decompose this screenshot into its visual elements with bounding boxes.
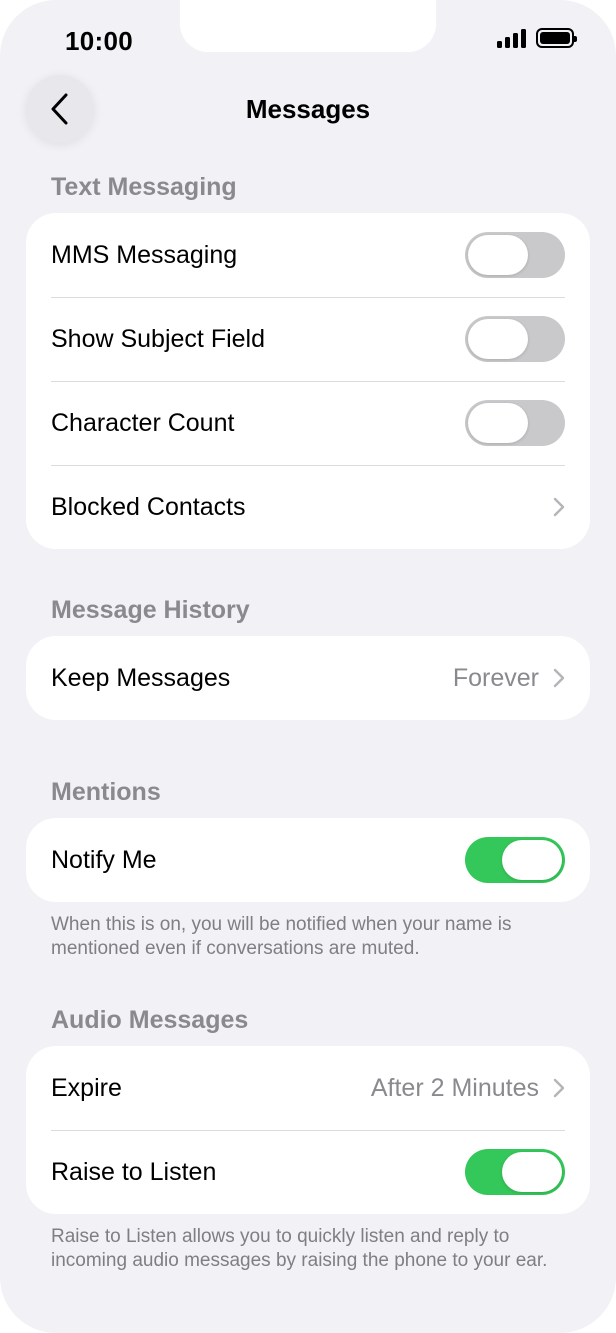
section-header-message-history: Message History [51, 596, 250, 624]
audio-messages-footer-note: Raise to Listen allows you to quickly li… [51, 1226, 548, 1271]
chevron-right-icon [553, 668, 565, 688]
status-time: 10:00 [65, 26, 133, 56]
row-label: Expire [51, 1073, 122, 1102]
chevron-right-icon [553, 1078, 565, 1098]
row-label: Notify Me [51, 845, 157, 874]
group-audio-messages: Expire After 2 Minutes Raise to Listen [26, 1046, 590, 1214]
row-keep-messages[interactable]: Keep Messages Forever [26, 636, 590, 720]
row-blocked-contacts[interactable]: Blocked Contacts [26, 465, 590, 549]
signal-icon [497, 28, 526, 48]
row-label: Character Count [51, 408, 235, 437]
row-label: Show Subject Field [51, 324, 266, 353]
section-header-mentions: Mentions [51, 778, 161, 806]
group-text-messaging: MMS Messaging Show Subject Field Charact… [26, 213, 590, 549]
section-header-text-messaging: Text Messaging [51, 173, 237, 201]
group-message-history: Keep Messages Forever [26, 636, 590, 720]
character-count-toggle[interactable] [465, 400, 565, 446]
row-label: MMS Messaging [51, 240, 238, 269]
section-header-audio-messages: Audio Messages [51, 1006, 249, 1034]
show-subject-field-toggle[interactable] [465, 316, 565, 362]
row-label: Raise to Listen [51, 1157, 217, 1186]
row-label: Keep Messages [51, 663, 231, 692]
keep-messages-value: Forever [452, 663, 539, 692]
row-notify-me[interactable]: Notify Me [26, 818, 590, 902]
raise-to-listen-toggle[interactable] [465, 1149, 565, 1195]
mms-messaging-toggle[interactable] [465, 232, 565, 278]
mentions-footer-note: When this is on, you will be notified wh… [51, 914, 512, 959]
notch [180, 0, 436, 52]
notify-me-toggle[interactable] [465, 837, 565, 883]
battery-icon [536, 28, 577, 48]
row-raise-to-listen[interactable]: Raise to Listen [26, 1130, 590, 1214]
row-show-subject-field[interactable]: Show Subject Field [26, 297, 590, 381]
chevron-right-icon [553, 497, 565, 517]
status-icons [497, 28, 577, 48]
row-label: Blocked Contacts [51, 492, 246, 521]
row-mms-messaging[interactable]: MMS Messaging [26, 213, 590, 297]
expire-value: After 2 Minutes [370, 1073, 539, 1102]
row-expire[interactable]: Expire After 2 Minutes [26, 1046, 590, 1130]
page-title: Messages [245, 94, 371, 124]
phone-screen: 10:00 Messages Text Messaging MMS Messag… [0, 0, 616, 1333]
group-mentions: Notify Me [26, 818, 590, 902]
row-character-count[interactable]: Character Count [26, 381, 590, 465]
